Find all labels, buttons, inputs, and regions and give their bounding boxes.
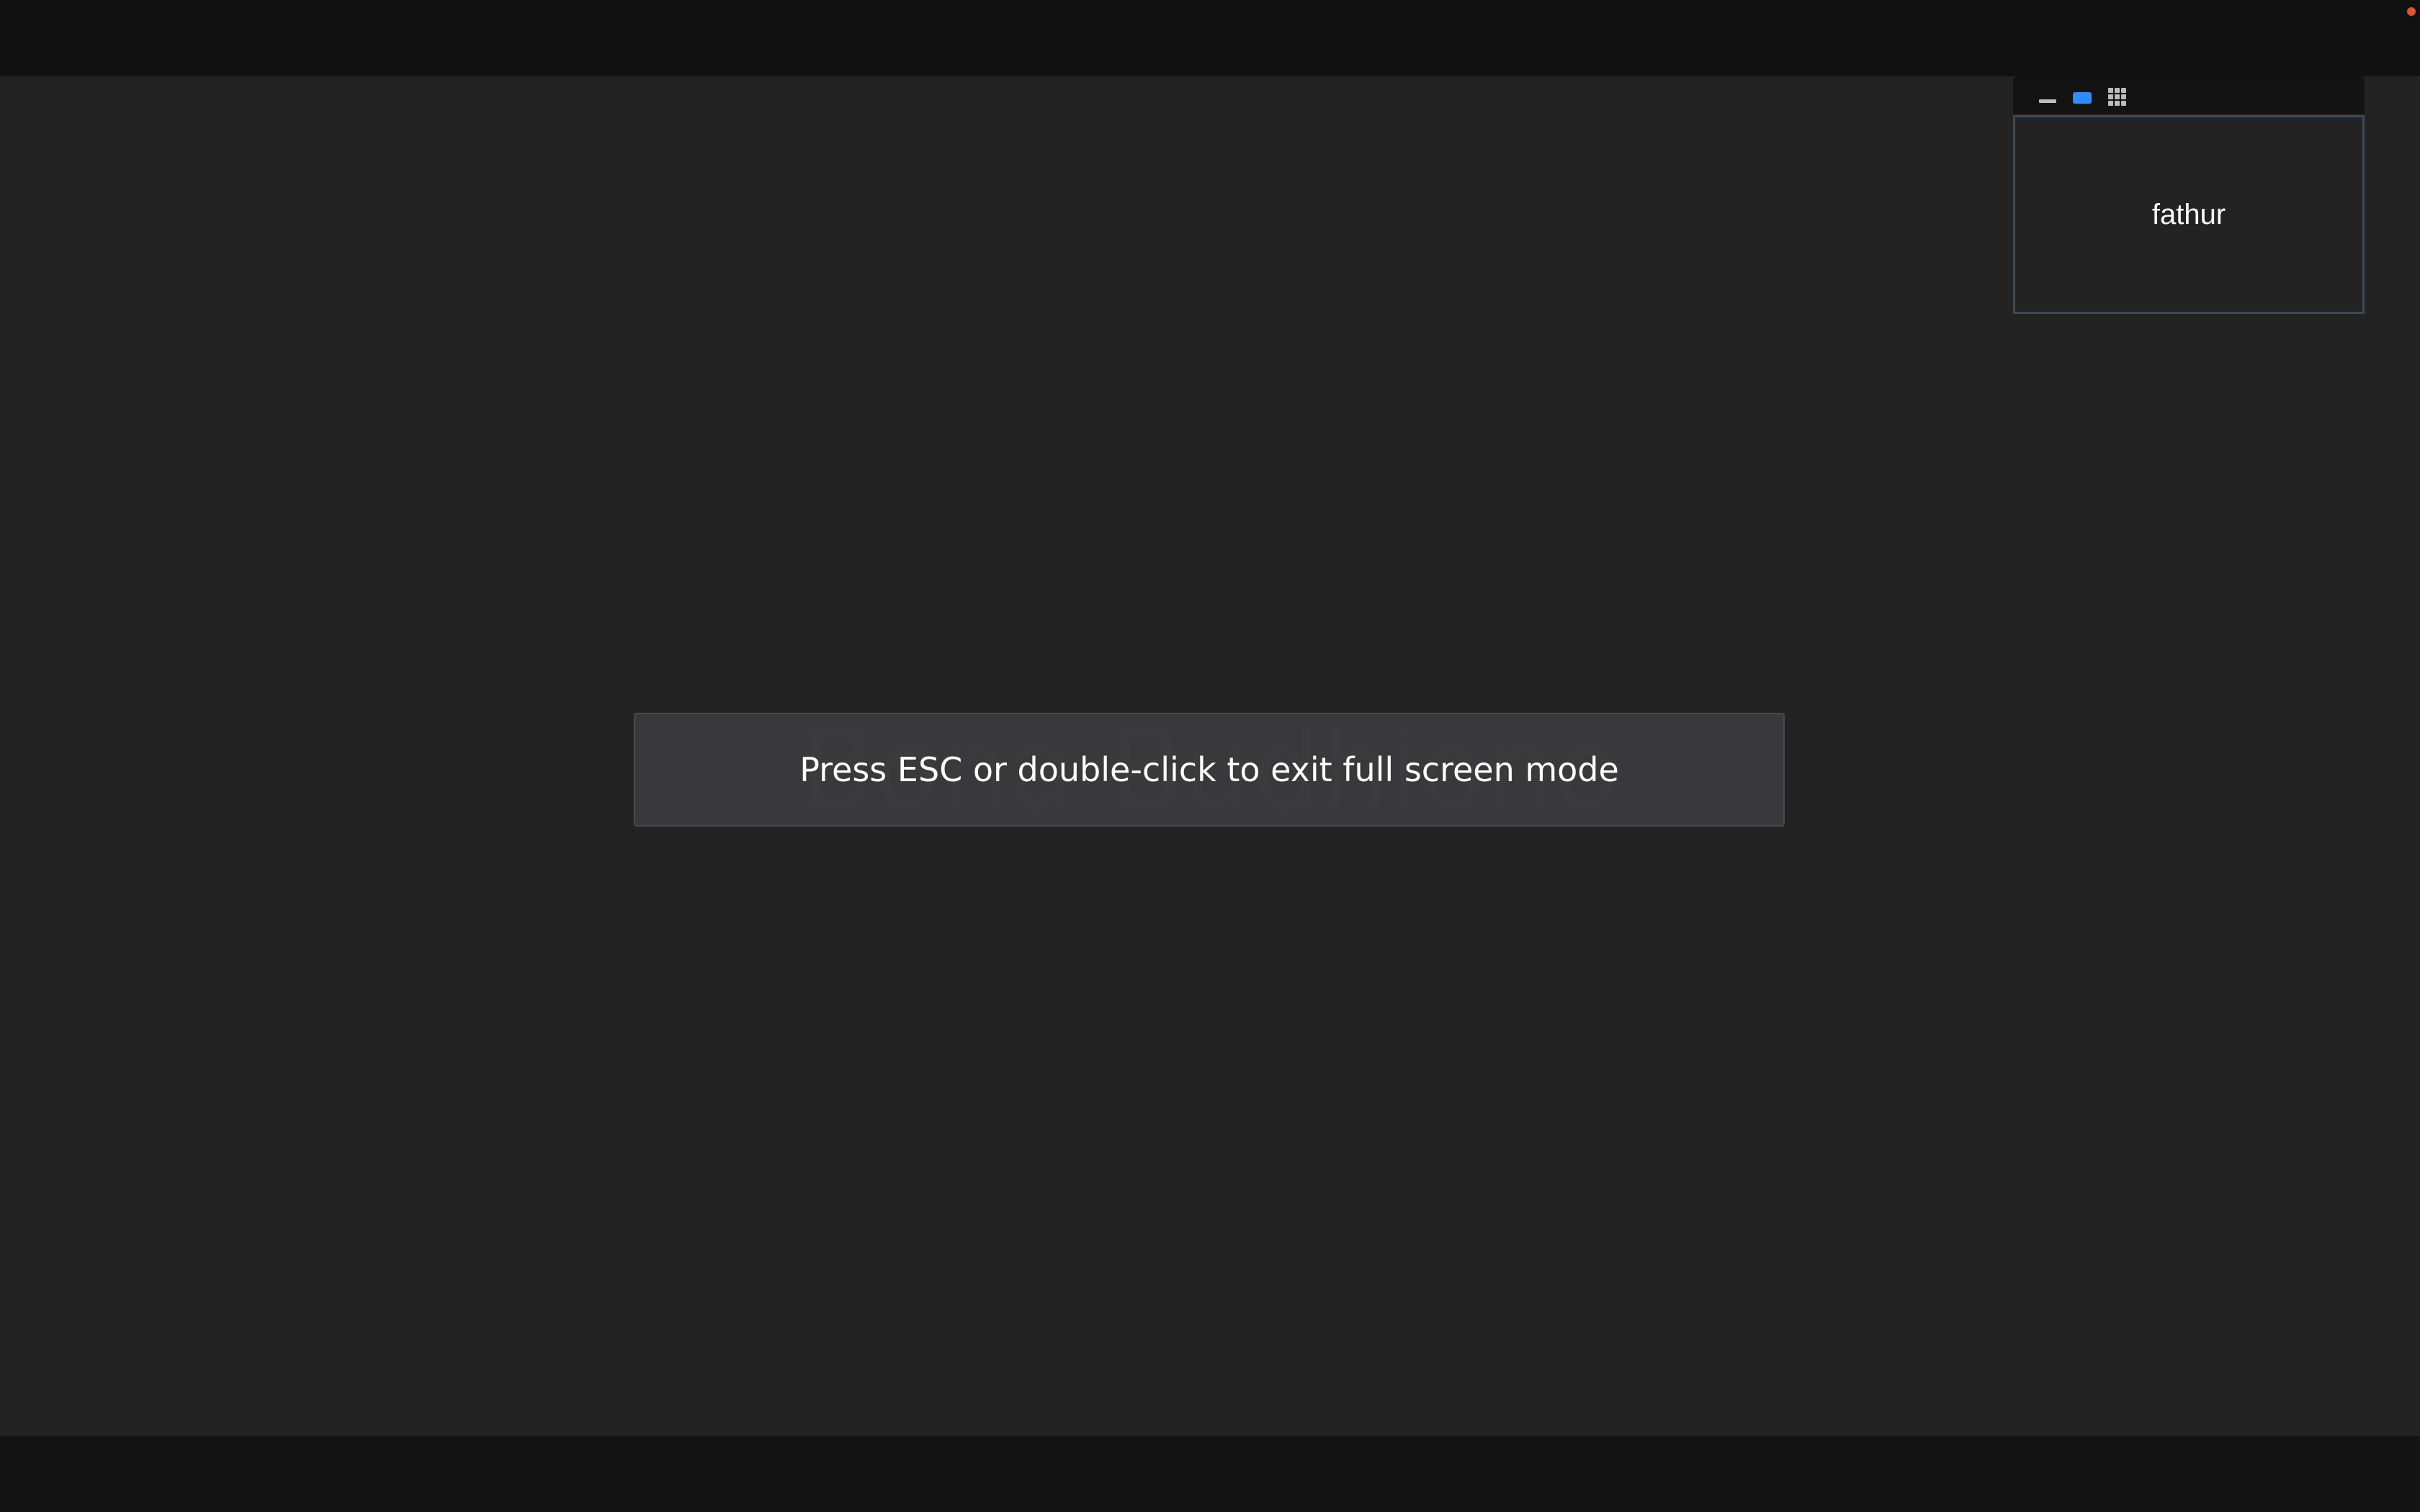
gallery-view-icon bbox=[2107, 87, 2126, 106]
thumbnail-panel: fathur bbox=[2013, 76, 2365, 315]
speaker-view-icon bbox=[2073, 92, 2092, 104]
gallery-view-button[interactable] bbox=[2102, 82, 2131, 111]
speaker-view-button[interactable] bbox=[2068, 82, 2097, 111]
recording-indicator-icon bbox=[2407, 7, 2416, 16]
bottom-bar bbox=[0, 1436, 2420, 1512]
toast-message: Press ESC or double-click to exit full s… bbox=[799, 750, 1619, 789]
minimize-icon bbox=[2039, 99, 2056, 103]
fullscreen-exit-toast: Press ESC or double-click to exit full s… bbox=[634, 713, 1785, 827]
top-bar bbox=[0, 0, 2420, 76]
participant-tile[interactable]: fathur bbox=[2013, 115, 2365, 314]
participant-name: fathur bbox=[2151, 198, 2226, 230]
minimize-button[interactable] bbox=[2033, 82, 2062, 111]
thumbnail-toolbar bbox=[2013, 76, 2365, 114]
